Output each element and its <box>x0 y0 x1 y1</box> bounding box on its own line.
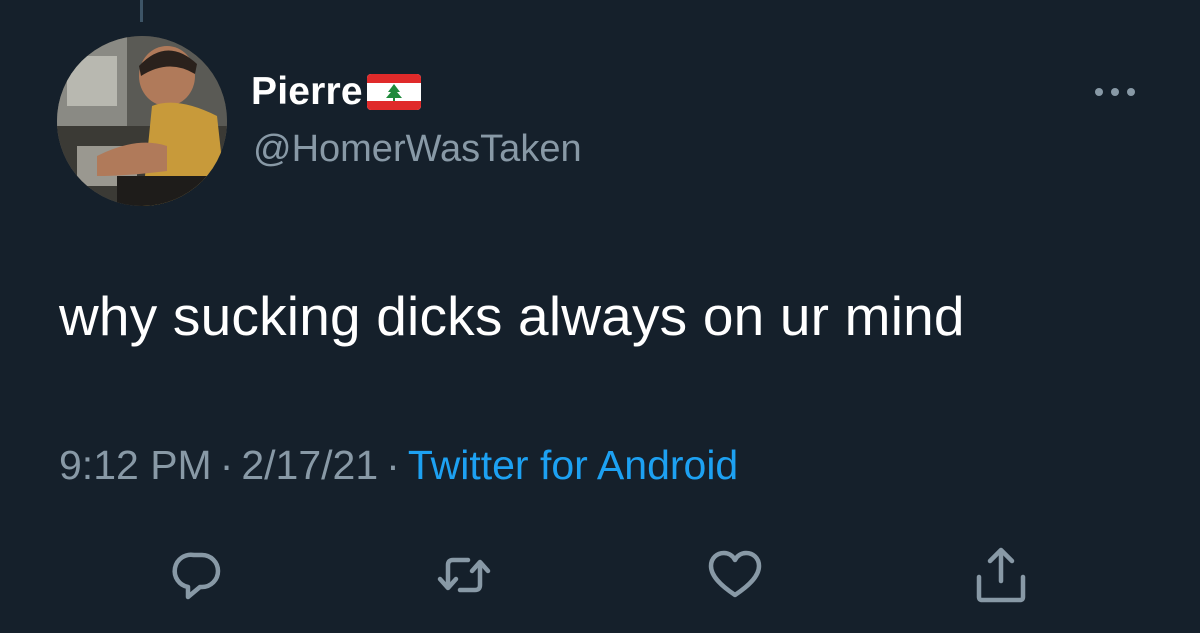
tweet-date[interactable]: 2/17/21 <box>241 442 378 488</box>
share-icon <box>976 547 1026 603</box>
meta-separator: · <box>219 442 234 488</box>
like-icon <box>708 550 762 598</box>
reply-button[interactable] <box>168 545 228 605</box>
meta-separator: · <box>386 442 400 488</box>
tweet-source-link[interactable]: Twitter for Android <box>408 442 738 488</box>
share-button[interactable] <box>971 545 1031 605</box>
avatar[interactable] <box>57 36 227 206</box>
retweet-icon <box>437 557 491 593</box>
reply-icon <box>172 552 221 600</box>
thread-connector-line <box>140 0 143 22</box>
lebanon-flag-icon <box>366 74 421 110</box>
tweet-time[interactable]: 9:12 PM <box>59 442 212 488</box>
author-display-name[interactable]: Pierre <box>251 70 363 114</box>
like-button[interactable] <box>705 545 765 605</box>
more-options-icon[interactable] <box>1092 84 1138 100</box>
avatar-photo <box>57 36 227 206</box>
tweet-text: why sucking dicks always on ur mind <box>59 285 965 347</box>
author-handle[interactable]: @HomerWasTaken <box>253 128 582 171</box>
tweet-action-bar <box>0 545 1200 605</box>
retweet-button[interactable] <box>434 545 494 605</box>
tweet-meta: 9:12 PM · 2/17/21 · Twitter for Android <box>59 442 738 489</box>
author-name-row[interactable]: Pierre <box>251 68 421 116</box>
